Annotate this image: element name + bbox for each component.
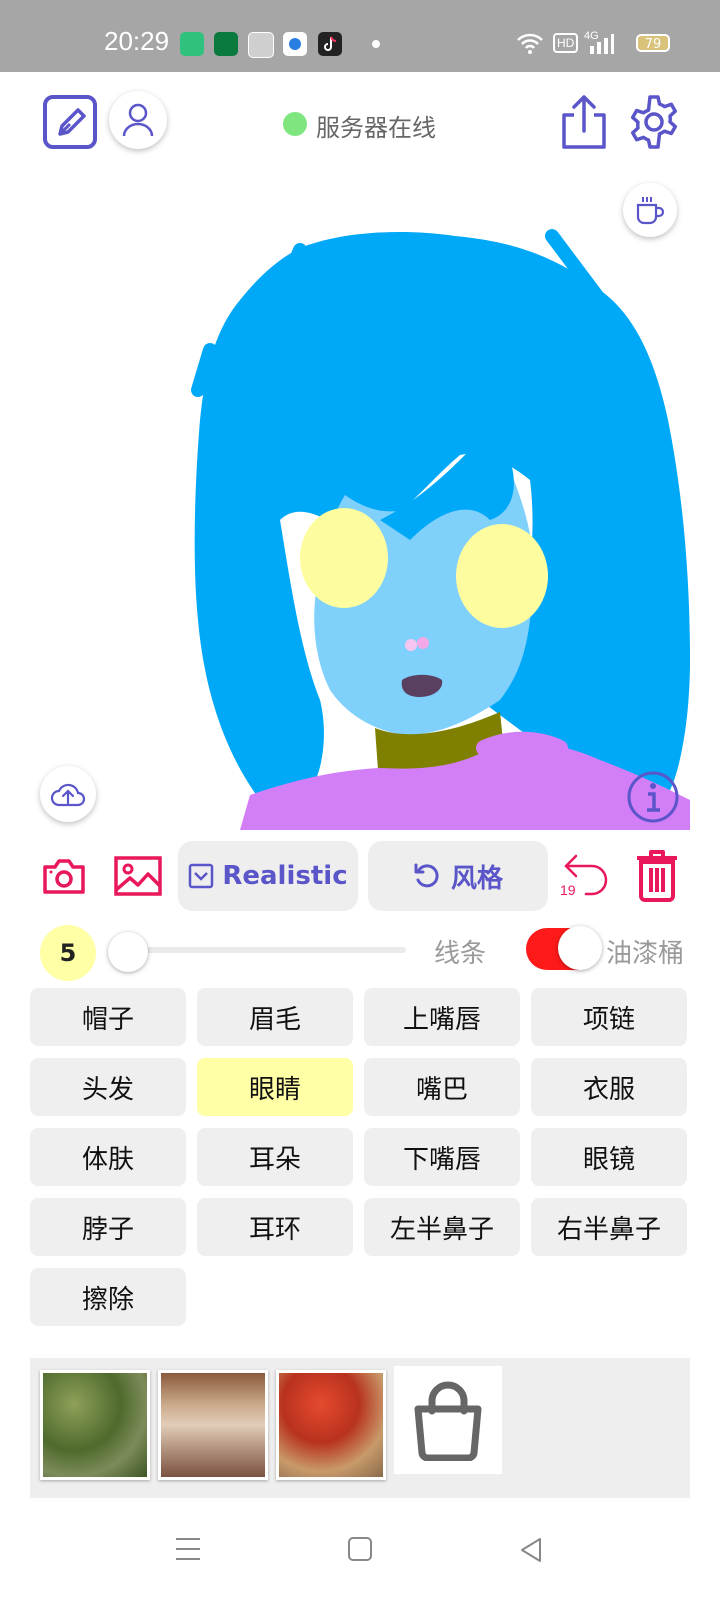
part-button[interactable]: 左半鼻子 — [364, 1198, 520, 1256]
nose-left — [405, 639, 417, 651]
battery-indicator: 79 — [636, 34, 670, 52]
part-button[interactable]: 眼镜 — [531, 1128, 687, 1186]
notification-dot — [372, 40, 380, 48]
part-button[interactable]: 右半鼻子 — [531, 1198, 687, 1256]
coffee-cup-icon — [636, 197, 665, 225]
camera-icon — [43, 859, 85, 894]
part-button[interactable]: 上嘴唇 — [364, 988, 520, 1046]
part-button[interactable]: 下嘴唇 — [364, 1128, 520, 1186]
fill-mode-label: 油漆桶 — [606, 939, 685, 969]
part-button[interactable]: 耳朵 — [197, 1128, 353, 1186]
style-shop-button[interactable] — [394, 1366, 502, 1474]
oppo-app-icon — [214, 32, 238, 56]
brush-size-badge: 5 — [40, 925, 96, 981]
status-time: 20:29 — [104, 26, 170, 56]
browser-app-icon — [283, 32, 307, 56]
baidu-app-icon — [248, 32, 274, 58]
part-button[interactable]: 衣服 — [531, 1058, 687, 1116]
home-nav-button[interactable] — [347, 1536, 373, 1562]
gallery-button[interactable] — [114, 856, 162, 896]
delete-button[interactable] — [632, 848, 682, 902]
square-home-icon — [348, 1537, 372, 1561]
part-button[interactable]: 嘴巴 — [364, 1058, 520, 1116]
model-label: Realistic — [222, 861, 348, 891]
nose-right — [417, 637, 429, 649]
style-thumbnail[interactable] — [158, 1370, 268, 1480]
info-icon — [627, 771, 679, 823]
part-button[interactable]: 项链 — [531, 988, 687, 1046]
part-button[interactable]: 脖子 — [30, 1198, 186, 1256]
rotate-icon — [414, 863, 439, 888]
cloud-upload-icon — [50, 783, 86, 807]
upload-button[interactable] — [40, 766, 96, 822]
line-mode-label: 线条 — [434, 939, 487, 969]
part-button[interactable]: 头发 — [30, 1058, 186, 1116]
part-button[interactable]: 体肤 — [30, 1128, 186, 1186]
brush-size-slider[interactable] — [126, 947, 406, 953]
info-button[interactable] — [626, 770, 680, 824]
style-thumbnail[interactable] — [276, 1370, 386, 1480]
shopping-bag-icon — [414, 1381, 482, 1461]
part-button[interactable]: 眉毛 — [197, 988, 353, 1046]
back-nav-button[interactable] — [518, 1536, 544, 1564]
right-eye-region — [456, 524, 548, 628]
trash-icon — [637, 850, 677, 902]
part-button[interactable]: 擦除 — [30, 1268, 186, 1326]
style-thumbnail[interactable] — [40, 1370, 150, 1480]
camera-button[interactable] — [42, 856, 86, 896]
menu-icon — [176, 1538, 200, 1560]
drawing-canvas[interactable] — [0, 170, 720, 831]
server-status-dot — [283, 112, 307, 136]
gear-icon — [630, 95, 678, 149]
hd-badge: HD — [553, 33, 579, 53]
left-eye-region — [300, 508, 388, 608]
settings-button[interactable] — [626, 94, 682, 150]
tiktok-app-icon — [318, 32, 342, 56]
undo-count: 19 — [560, 882, 576, 898]
signal-icon — [588, 34, 614, 58]
edit-sketch-button[interactable] — [42, 94, 98, 150]
wifi-icon — [516, 32, 544, 58]
model-selector-button[interactable]: Realistic — [178, 841, 358, 911]
pen-square-icon — [43, 95, 97, 149]
share-button[interactable] — [560, 93, 608, 151]
triangle-back-icon — [521, 1538, 541, 1562]
coffee-button[interactable] — [623, 183, 677, 237]
server-status-label: 服务器在线 — [316, 114, 436, 142]
android-app-icon — [180, 32, 204, 56]
dropdown-box-icon — [189, 863, 214, 889]
part-button[interactable]: 眼睛 — [197, 1058, 353, 1116]
style-label: 风格 — [450, 863, 503, 894]
style-button[interactable]: 风格 — [368, 841, 548, 911]
image-icon — [114, 856, 162, 896]
user-icon — [122, 103, 154, 137]
part-button[interactable]: 耳环 — [197, 1198, 353, 1256]
part-button[interactable]: 帽子 — [30, 988, 186, 1046]
user-profile-button[interactable] — [109, 91, 167, 149]
fill-mode-toggle-knob[interactable] — [558, 926, 602, 970]
sketch-drawing — [191, 229, 690, 831]
brush-size-slider-thumb[interactable] — [108, 932, 148, 972]
menu-nav-button[interactable] — [174, 1536, 202, 1562]
share-icon — [562, 95, 606, 149]
